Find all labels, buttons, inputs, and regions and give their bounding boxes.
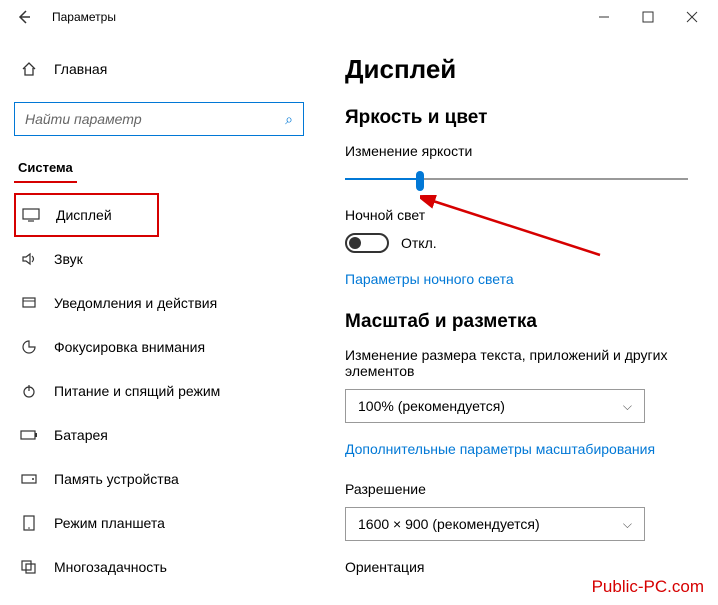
search-box[interactable]: ⌕ — [14, 102, 304, 136]
page-title: Дисплей — [345, 54, 688, 85]
sidebar-item-tablet[interactable]: Режим планшета — [14, 501, 315, 545]
sidebar-item-multitask[interactable]: Многозадачность — [14, 545, 315, 589]
battery-icon — [18, 429, 40, 441]
sidebar-item-display[interactable]: Дисплей — [14, 193, 159, 237]
display-icon — [20, 208, 42, 222]
home-link[interactable]: Главная — [14, 50, 315, 88]
sidebar-item-power[interactable]: Питание и спящий режим — [14, 369, 315, 413]
search-input[interactable] — [25, 111, 285, 127]
scale-label: Изменение размера текста, приложений и д… — [345, 347, 688, 379]
search-icon: ⌕ — [285, 111, 293, 128]
home-icon — [18, 61, 40, 77]
sidebar: Главная ⌕ Система Дисплей Звук Уведомлен… — [0, 34, 315, 605]
sidebar-item-label: Фокусировка внимания — [54, 339, 205, 355]
category-heading: Система — [14, 156, 77, 183]
sidebar-item-label: Батарея — [54, 427, 108, 443]
minimize-icon — [598, 11, 610, 23]
sidebar-item-focus[interactable]: Фокусировка внимания — [14, 325, 315, 369]
scale-section-heading: Масштаб и разметка — [345, 311, 688, 333]
chevron-down-icon: ⌵ — [623, 399, 632, 414]
sidebar-item-label: Многозадачность — [54, 559, 167, 575]
orientation-label: Ориентация — [345, 559, 688, 575]
slider-thumb[interactable] — [416, 171, 424, 191]
tablet-icon — [18, 515, 40, 531]
notifications-icon — [18, 295, 40, 311]
brightness-slider[interactable] — [345, 169, 688, 189]
sidebar-item-battery[interactable]: Батарея — [14, 413, 315, 457]
nightlight-settings-link[interactable]: Параметры ночного света — [345, 271, 688, 287]
power-icon — [18, 383, 40, 399]
sidebar-item-label: Уведомления и действия — [54, 295, 217, 311]
brightness-section-heading: Яркость и цвет — [345, 107, 688, 129]
sidebar-item-sound[interactable]: Звук — [14, 237, 315, 281]
sidebar-item-label: Режим планшета — [54, 515, 165, 531]
sidebar-item-notifications[interactable]: Уведомления и действия — [14, 281, 315, 325]
sidebar-item-label: Звук — [54, 251, 83, 267]
focus-icon — [18, 339, 40, 355]
toggle-knob — [349, 237, 361, 249]
nightlight-toggle[interactable] — [345, 233, 389, 253]
nightlight-label: Ночной свет — [345, 207, 688, 223]
arrow-left-icon — [16, 9, 32, 25]
slider-fill — [345, 178, 420, 180]
window-title: Параметры — [52, 10, 116, 24]
storage-icon — [18, 473, 40, 485]
close-button[interactable] — [670, 0, 714, 34]
brightness-label: Изменение яркости — [345, 143, 688, 159]
slider-track-line — [345, 178, 688, 180]
sidebar-item-storage[interactable]: Память устройства — [14, 457, 315, 501]
resolution-dropdown[interactable]: 1600 × 900 (рекомендуется) ⌵ — [345, 507, 645, 541]
home-label: Главная — [54, 61, 107, 77]
toggle-state-label: Откл. — [401, 235, 437, 251]
window-controls — [582, 0, 714, 34]
main-panel: Дисплей Яркость и цвет Изменение яркости… — [315, 34, 718, 605]
sidebar-item-label: Дисплей — [56, 207, 112, 223]
maximize-button[interactable] — [626, 0, 670, 34]
sidebar-item-label: Память устройства — [54, 471, 179, 487]
resolution-label: Разрешение — [345, 481, 688, 497]
titlebar: Параметры — [0, 0, 718, 34]
back-button[interactable] — [4, 0, 44, 34]
resolution-value: 1600 × 900 (рекомендуется) — [358, 516, 540, 532]
sidebar-item-label: Питание и спящий режим — [54, 383, 220, 399]
scale-dropdown[interactable]: 100% (рекомендуется) ⌵ — [345, 389, 645, 423]
close-icon — [686, 11, 698, 23]
multitask-icon — [18, 560, 40, 574]
chevron-down-icon: ⌵ — [623, 517, 632, 532]
sound-icon — [18, 251, 40, 267]
maximize-icon — [642, 11, 654, 23]
scale-value: 100% (рекомендуется) — [358, 398, 505, 414]
minimize-button[interactable] — [582, 0, 626, 34]
advanced-scaling-link[interactable]: Дополнительные параметры масштабирования — [345, 441, 688, 457]
